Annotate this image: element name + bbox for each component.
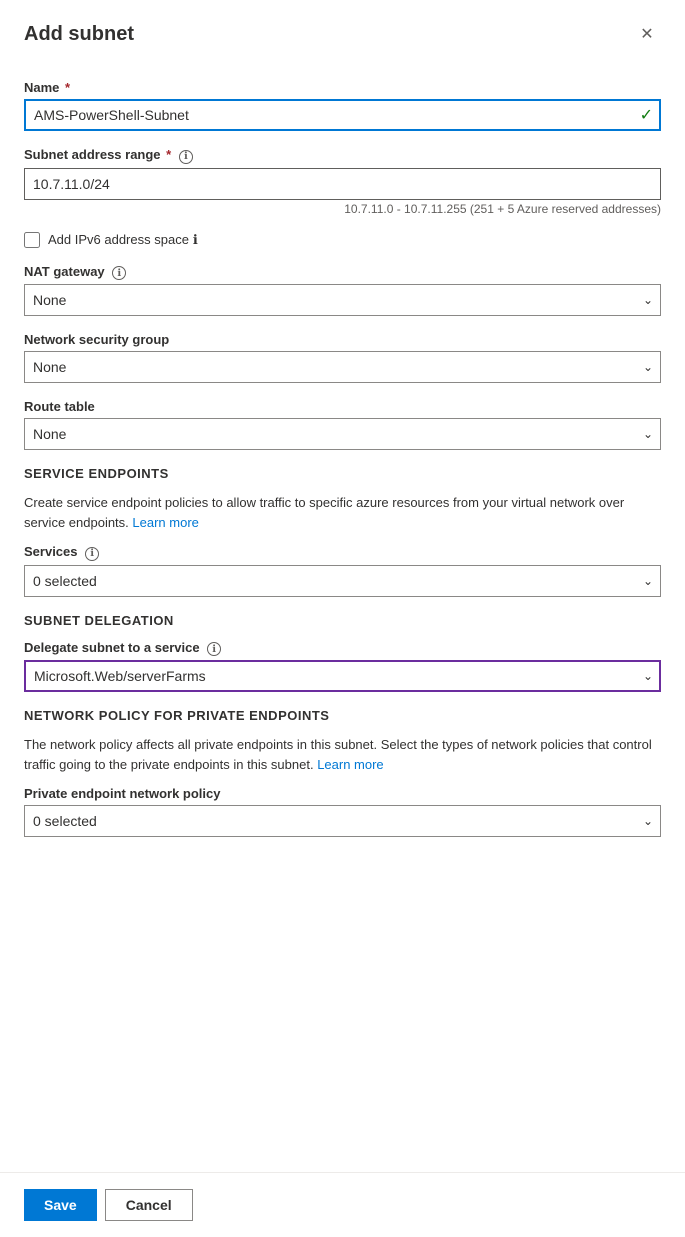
services-select[interactable]: 0 selected — [24, 565, 661, 597]
name-required-indicator: * — [65, 80, 70, 95]
subnet-address-label: Subnet address range * ℹ — [24, 147, 661, 164]
name-label: Name * — [24, 80, 661, 95]
nat-gateway-group: NAT gateway ℹ None ⌄ — [24, 264, 661, 317]
nat-gateway-select-wrapper: None ⌄ — [24, 284, 661, 316]
route-table-select-wrapper: None ⌄ — [24, 418, 661, 450]
add-subnet-panel: Add subnet ✕ Name * ✓ Subnet address ran… — [0, 0, 685, 1237]
name-group: Name * ✓ — [24, 80, 661, 131]
nat-info-icon[interactable]: ℹ — [112, 266, 126, 280]
delegate-select[interactable]: Microsoft.Web/serverFarms None — [24, 660, 661, 692]
cancel-button[interactable]: Cancel — [105, 1189, 193, 1221]
nat-gateway-select[interactable]: None — [24, 284, 661, 316]
private-endpoint-select-wrapper: 0 selected ⌄ — [24, 805, 661, 837]
close-icon: ✕ — [640, 24, 653, 44]
save-button[interactable]: Save — [24, 1189, 97, 1221]
close-button[interactable]: ✕ — [633, 20, 661, 48]
ipv6-label[interactable]: Add IPv6 address space ℹ — [48, 232, 198, 248]
name-input[interactable] — [24, 99, 661, 131]
ipv6-checkbox-group: Add IPv6 address space ℹ — [24, 232, 661, 248]
subnet-address-input[interactable] — [24, 168, 661, 200]
ipv6-checkbox[interactable] — [24, 232, 40, 248]
route-table-label: Route table — [24, 399, 661, 414]
panel-title: Add subnet — [24, 23, 134, 46]
subnet-info-icon[interactable]: ℹ — [179, 150, 193, 164]
delegate-info-icon[interactable]: ℹ — [207, 642, 221, 656]
private-endpoint-group: Private endpoint network policy 0 select… — [24, 786, 661, 837]
nsg-select-wrapper: None ⌄ — [24, 351, 661, 383]
nsg-group: Network security group None ⌄ — [24, 332, 661, 383]
panel-footer: Save Cancel — [0, 1172, 685, 1237]
nsg-label: Network security group — [24, 332, 661, 347]
subnet-delegation-header: SUBNET DELEGATION — [24, 613, 661, 628]
delegate-group: Delegate subnet to a service ℹ Microsoft… — [24, 640, 661, 693]
service-endpoints-learn-more-link[interactable]: Learn more — [132, 515, 198, 530]
name-input-wrapper: ✓ — [24, 99, 661, 131]
services-select-wrapper: 0 selected ⌄ — [24, 565, 661, 597]
delegate-label: Delegate subnet to a service ℹ — [24, 640, 661, 657]
route-table-select[interactable]: None — [24, 418, 661, 450]
ipv6-info-icon[interactable]: ℹ — [193, 232, 198, 248]
services-label: Services ℹ — [24, 544, 661, 561]
private-endpoint-label: Private endpoint network policy — [24, 786, 661, 801]
delegate-select-wrapper: Microsoft.Web/serverFarms None ⌄ — [24, 660, 661, 692]
network-policy-description: The network policy affects all private e… — [24, 735, 661, 774]
subnet-required-indicator: * — [166, 147, 171, 162]
subnet-address-group: Subnet address range * ℹ 10.7.11.0 - 10.… — [24, 147, 661, 216]
nsg-select[interactable]: None — [24, 351, 661, 383]
private-endpoint-select[interactable]: 0 selected — [24, 805, 661, 837]
service-endpoints-header: SERVICE ENDPOINTS — [24, 466, 661, 481]
services-group: Services ℹ 0 selected ⌄ — [24, 544, 661, 597]
services-info-icon[interactable]: ℹ — [85, 547, 99, 561]
nat-gateway-label: NAT gateway ℹ — [24, 264, 661, 281]
subnet-address-hint: 10.7.11.0 - 10.7.11.255 (251 + 5 Azure r… — [24, 202, 661, 216]
panel-header: Add subnet ✕ — [0, 0, 685, 64]
service-endpoints-description: Create service endpoint policies to allo… — [24, 493, 661, 532]
name-check-icon: ✓ — [640, 105, 653, 125]
route-table-group: Route table None ⌄ — [24, 399, 661, 450]
network-policy-header: NETWORK POLICY FOR PRIVATE ENDPOINTS — [24, 708, 661, 723]
panel-body: Name * ✓ Subnet address range * ℹ 10.7.1… — [0, 64, 685, 1172]
network-policy-learn-more-link[interactable]: Learn more — [317, 757, 383, 772]
